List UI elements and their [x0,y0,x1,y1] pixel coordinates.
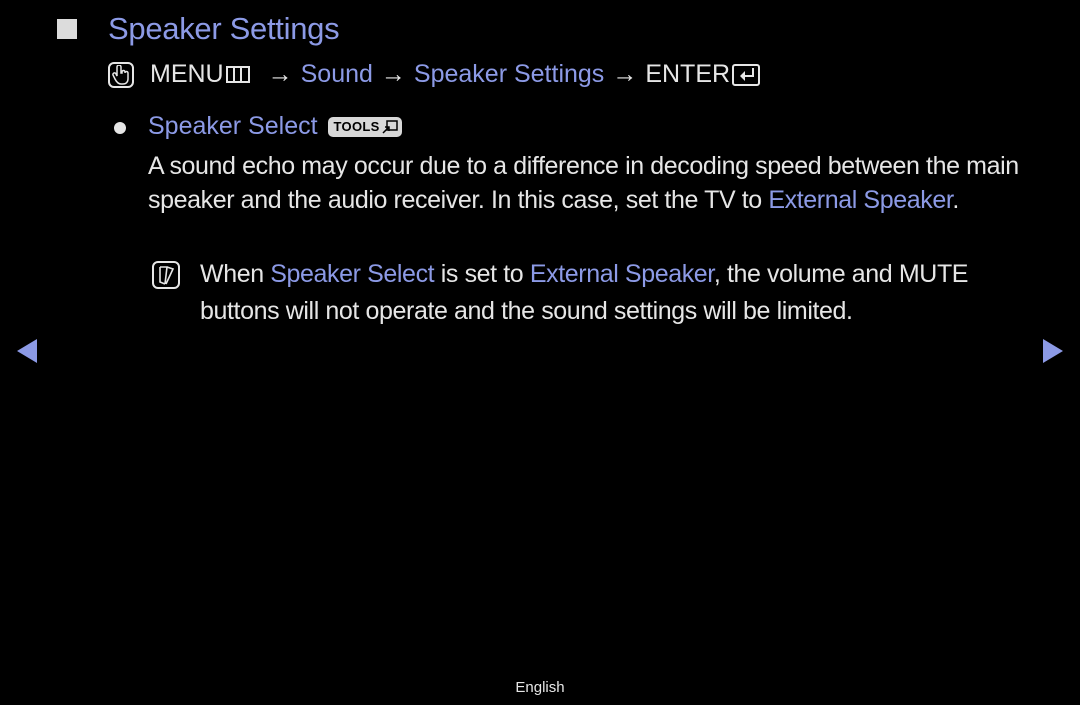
note-part: buttons will not operate and the sound s… [200,297,853,325]
menu-label: MENU [150,60,224,88]
desc-end: . [952,186,959,214]
desc-highlight: External Speaker [768,186,953,214]
note-highlight: Speaker Select [270,260,435,288]
language-label: English [515,679,565,696]
arrow: → [267,60,293,88]
next-page-icon[interactable] [1043,339,1063,363]
note-text: When Speaker Select is set to External S… [200,256,1000,330]
tools-badge: TOOLS [327,116,402,137]
enter-label: ENTER [645,60,731,88]
note-icon [152,261,180,289]
item-title: Speaker Select TOOLS [148,112,402,141]
prev-page-icon[interactable] [17,339,37,363]
menu-path: MENU → Sound → Speaker Settings → ENTER [108,60,761,89]
section-square-icon [57,19,77,39]
path-item-sound: Sound [300,60,373,88]
om-hand-icon [108,61,134,88]
mute-label: MUTE [898,260,969,288]
tools-icon [382,119,398,134]
note-highlight: External Speaker [529,260,714,288]
arrow: → [380,60,406,88]
arrow: → [612,60,638,88]
page-title: Speaker Settings [108,11,340,46]
speaker-select-label: Speaker Select [148,112,318,140]
bullet-icon [114,122,126,134]
enter-icon [732,63,761,86]
menu-icon [225,66,250,83]
path-item-speaker-settings: Speaker Settings [413,60,605,88]
note-part: , the volume and [713,260,899,288]
tools-label: TOOLS [333,119,380,134]
note-part: is set to [434,260,530,288]
item-description: A sound echo may occur due to a differen… [148,149,1028,217]
note-part: When [200,260,271,288]
